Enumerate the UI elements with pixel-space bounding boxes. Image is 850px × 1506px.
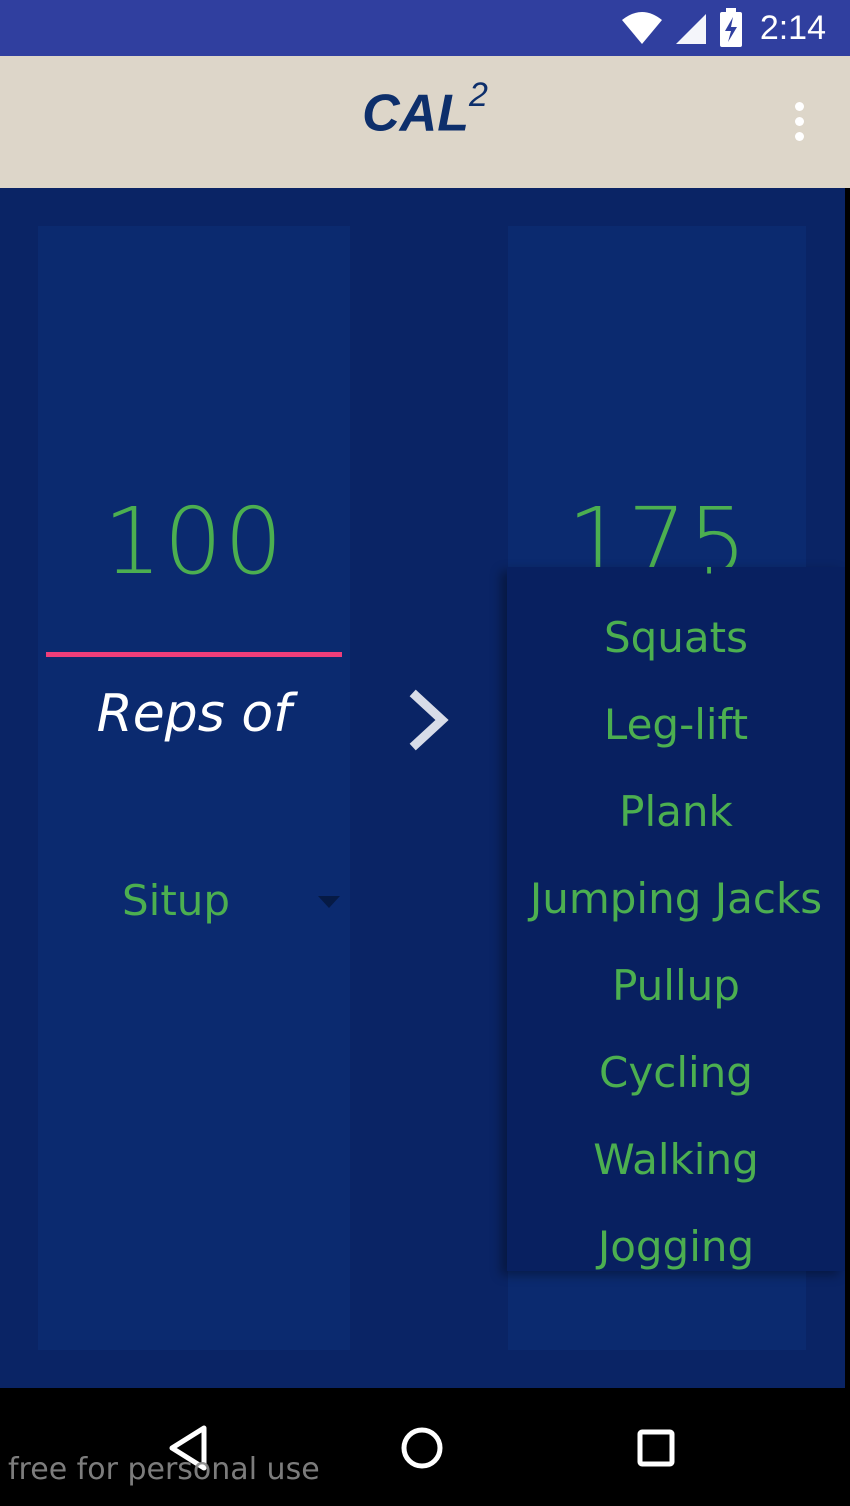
exercise-spinner[interactable]: Situp <box>46 868 342 938</box>
dropdown-item-cycling[interactable]: Cycling <box>507 1029 845 1116</box>
status-time: 2:14 <box>759 8 826 47</box>
dropdown-item-situp[interactable]: Situp <box>507 567 845 594</box>
reps-value-input[interactable]: 100 <box>46 488 342 595</box>
more-vert-icon[interactable] <box>792 102 806 146</box>
dropdown-item-jumping-jacks[interactable]: Jumping Jacks <box>507 855 845 942</box>
home-icon[interactable] <box>392 1418 452 1478</box>
signal-icon <box>675 14 706 44</box>
dropdown-arrow-icon <box>318 896 340 908</box>
dropdown-item-plank[interactable]: Plank <box>507 768 845 855</box>
reps-of-label: Reps of <box>96 684 292 744</box>
input-underline <box>46 652 342 657</box>
watermark-text: free for personal use <box>8 1452 320 1487</box>
dropdown-item-walking[interactable]: Walking <box>507 1116 845 1203</box>
status-icons: 2:14 <box>620 8 826 48</box>
exercise-spinner-value: Situp <box>122 876 231 925</box>
dropdown-item-pullup[interactable]: Pullup <box>507 942 845 1029</box>
dropdown-item-leg-lift[interactable]: Leg-lift <box>507 681 845 768</box>
dropdown-item-jogging[interactable]: Jogging <box>507 1203 845 1271</box>
wifi-icon <box>621 12 662 44</box>
battery-charging-icon <box>719 8 742 47</box>
exercise-dropdown-list: Situp Squats Leg-lift Plank Jumping Jack… <box>507 567 845 1271</box>
app-title-text: CAL <box>362 84 469 143</box>
dropdown-item-squats[interactable]: Squats <box>507 594 845 681</box>
app-title: CAL2 <box>0 76 850 143</box>
app-title-superscript: 2 <box>468 76 488 114</box>
recents-icon[interactable] <box>626 1418 686 1478</box>
exercise-dropdown[interactable]: Situp Squats Leg-lift Plank Jumping Jack… <box>507 567 845 1271</box>
status-bar: 2:14 <box>0 0 850 56</box>
chevron-right-icon[interactable] <box>406 688 456 752</box>
navigation-bar <box>0 1388 850 1506</box>
app-bar: CAL2 <box>0 56 850 188</box>
left-panel <box>38 226 350 1350</box>
